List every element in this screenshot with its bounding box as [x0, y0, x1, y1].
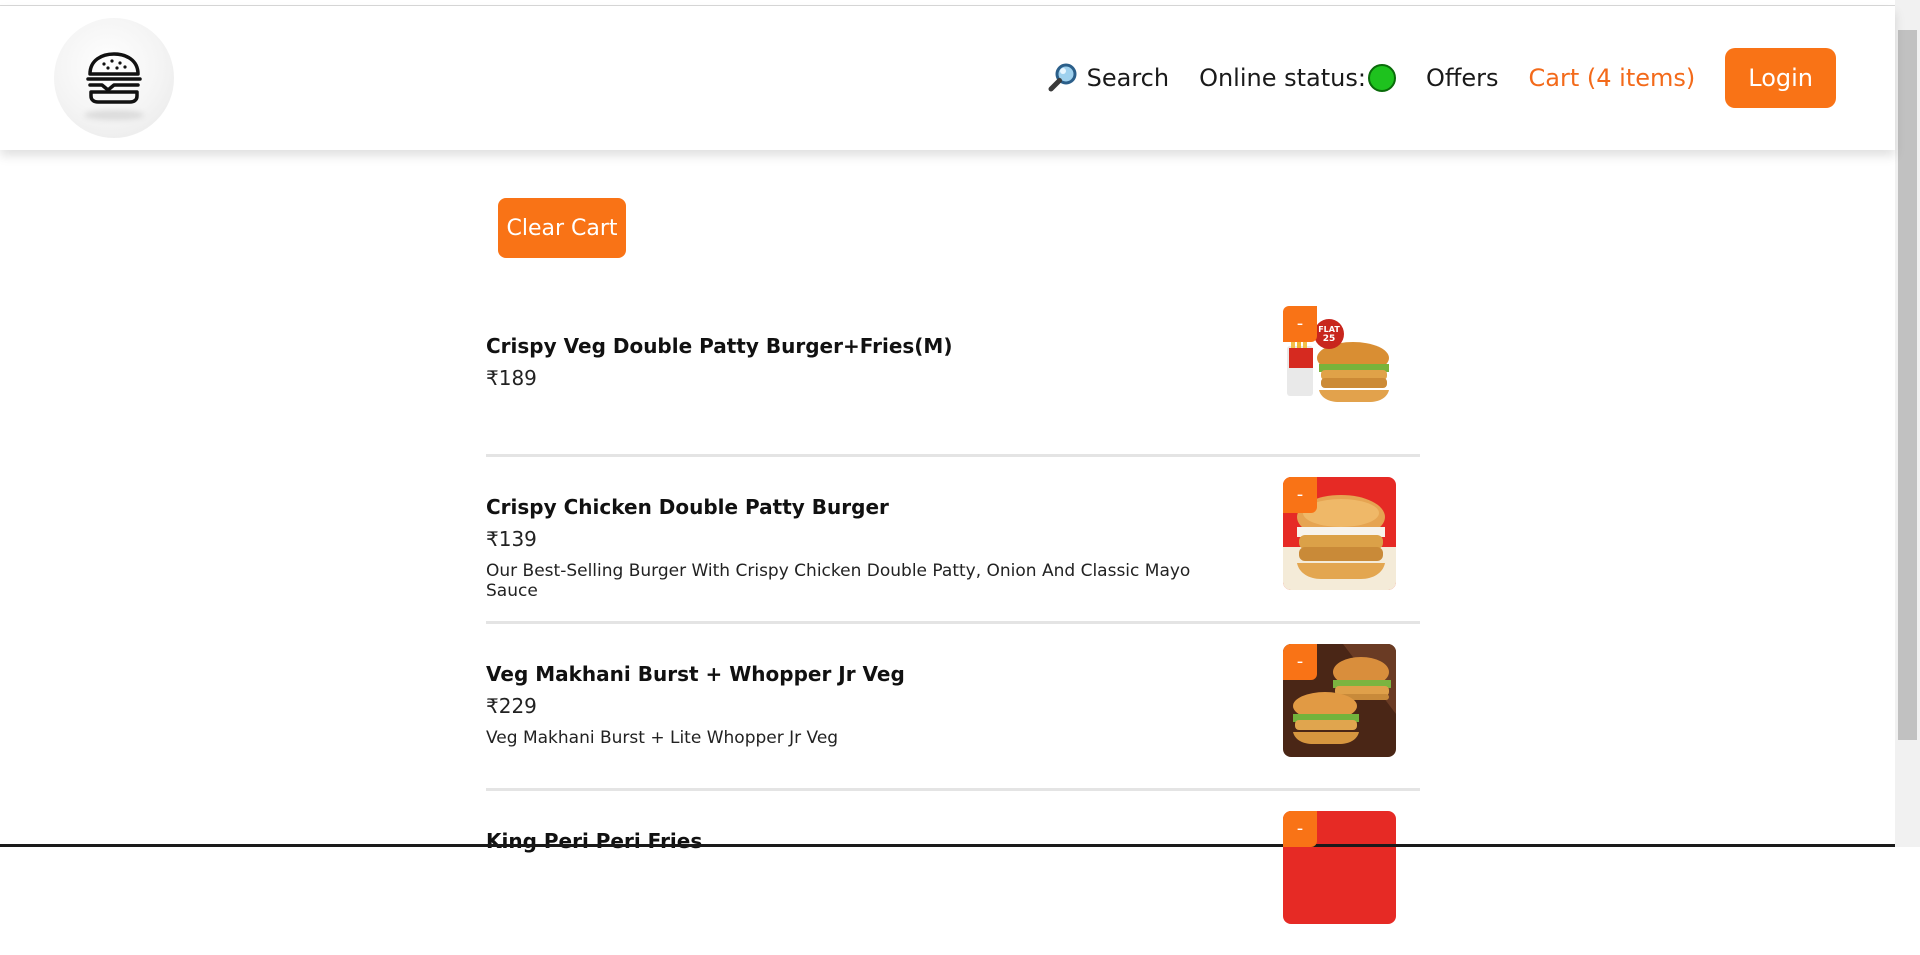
remove-item-button[interactable]: -: [1283, 811, 1317, 847]
cart-item: King Peri Peri Fries -: [486, 791, 1420, 955]
clear-cart-button[interactable]: Clear Cart: [498, 198, 626, 258]
cart-label: Cart (4 items): [1528, 64, 1696, 92]
item-image: FLAT 25 -: [1283, 306, 1396, 419]
remove-item-button[interactable]: -: [1283, 477, 1317, 513]
login-button[interactable]: Login: [1725, 48, 1836, 108]
burger-icon: [86, 52, 142, 104]
cart-item-info: Crispy Chicken Double Patty Burger ₹139 …: [486, 495, 1246, 601]
item-image: -: [1283, 644, 1396, 757]
site-header: Search Online status: Offers Cart (4 ite…: [0, 6, 1895, 150]
online-status-label: Online status:: [1199, 64, 1366, 92]
scrollbar-thumb[interactable]: [1898, 30, 1917, 740]
item-price: ₹189: [486, 366, 537, 390]
item-price: ₹229: [486, 694, 537, 718]
cart-item: Crispy Chicken Double Patty Burger ₹139 …: [486, 457, 1420, 624]
svg-text:FLAT: FLAT: [1318, 325, 1340, 334]
vertical-scrollbar[interactable]: [1895, 0, 1920, 847]
nav-offers[interactable]: Offers: [1426, 64, 1499, 92]
item-name: Crispy Veg Double Patty Burger+Fries(M): [486, 334, 953, 358]
online-status-dot: [1367, 64, 1396, 92]
svg-text:25: 25: [1323, 334, 1336, 344]
nav-cart[interactable]: Cart (4 items): [1529, 64, 1696, 92]
remove-item-button[interactable]: -: [1283, 306, 1317, 342]
remove-item-button[interactable]: -: [1283, 644, 1317, 680]
cart-item-info: King Peri Peri Fries: [486, 829, 1246, 853]
item-image: -: [1283, 477, 1396, 590]
main-nav: Search Online status: Offers Cart (4 ite…: [1047, 48, 1836, 108]
item-name: Veg Makhani Burst + Whopper Jr Veg: [486, 662, 905, 686]
cart-item: Veg Makhani Burst + Whopper Jr Veg ₹229 …: [486, 624, 1420, 791]
burger-logo[interactable]: [54, 18, 174, 138]
search-label: Search: [1086, 64, 1170, 92]
offers-label: Offers: [1425, 64, 1499, 92]
item-image: -: [1283, 811, 1396, 924]
cart-item-info: Veg Makhani Burst + Whopper Jr Veg ₹229 …: [486, 662, 1246, 748]
cart-item: Crispy Veg Double Patty Burger+Fries(M) …: [486, 290, 1420, 457]
item-name: King Peri Peri Fries: [486, 829, 703, 853]
item-price: ₹139: [486, 527, 537, 551]
item-description: Veg Makhani Burst + Lite Whopper Jr Veg: [486, 728, 839, 748]
nav-search[interactable]: Search: [1047, 62, 1169, 94]
item-description: Our Best-Selling Burger With Crispy Chic…: [486, 561, 1191, 601]
magnifier-icon: [1048, 63, 1077, 92]
cart-list: Crispy Veg Double Patty Burger+Fries(M) …: [486, 290, 1420, 955]
item-name: Crispy Chicken Double Patty Burger: [486, 495, 889, 519]
online-status: Online status:: [1199, 64, 1396, 92]
cart-item-info: Crispy Veg Double Patty Burger+Fries(M) …: [486, 334, 1246, 390]
